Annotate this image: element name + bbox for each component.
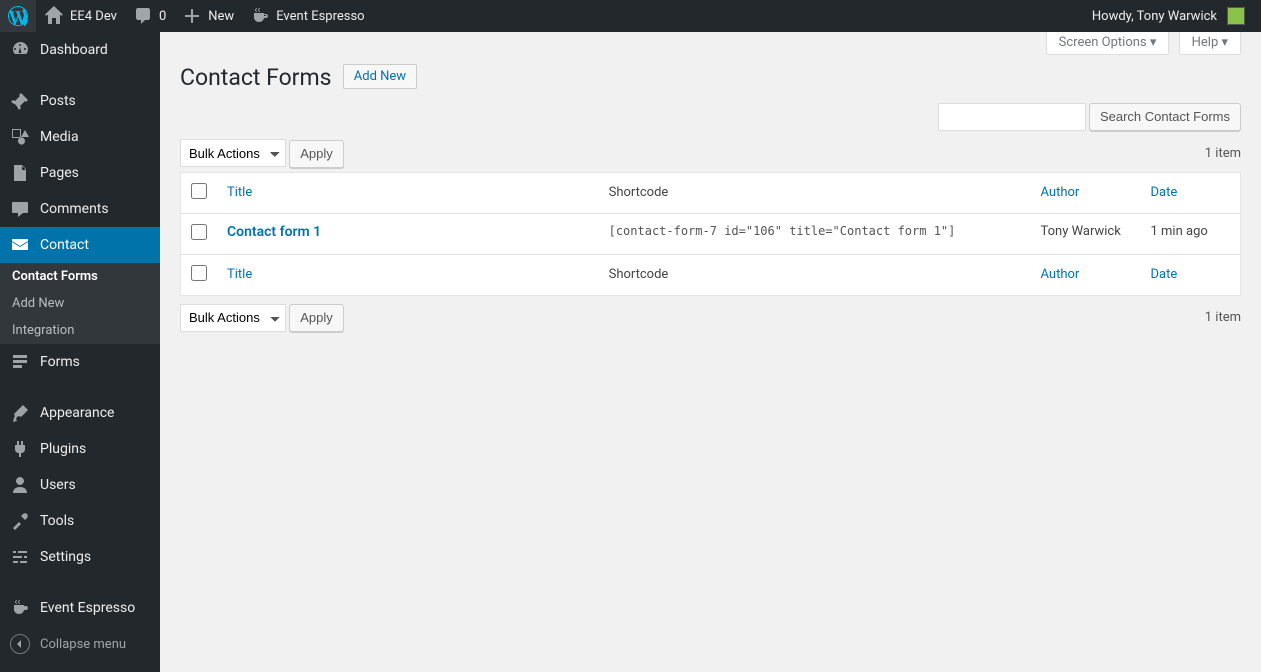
menu-users-label: Users <box>40 477 76 493</box>
mail-icon <box>10 235 30 255</box>
menu-appearance[interactable]: Appearance <box>0 395 160 431</box>
submenu-add-new[interactable]: Add New <box>0 290 160 317</box>
search-input[interactable] <box>938 103 1086 131</box>
apply-button-bottom[interactable]: Apply <box>289 304 344 332</box>
menu-forms-label: Forms <box>40 354 80 370</box>
contact-forms-table: Title Shortcode Author Date Contact form… <box>180 172 1241 296</box>
new-content-menu[interactable]: New <box>174 0 242 32</box>
menu-pages-label: Pages <box>40 165 79 181</box>
espresso-cup-icon <box>250 6 270 26</box>
menu-posts-label: Posts <box>40 93 76 109</box>
admin-menu: Dashboard Posts Media Pages Comments Con… <box>0 32 160 672</box>
menu-comments-label: Comments <box>40 201 109 217</box>
admin-bar: EE4 Dev 0 New Event Espresso Howdy, Tony… <box>0 0 1261 32</box>
menu-ee-label: Event Espresso <box>40 600 135 616</box>
event-espresso-menu[interactable]: Event Espresso <box>242 0 372 32</box>
menu-contact[interactable]: Contact <box>0 227 160 263</box>
menu-tools-label: Tools <box>40 513 74 529</box>
col-author-foot[interactable]: Author <box>1041 267 1080 282</box>
form-icon <box>10 352 30 372</box>
howdy-label: Howdy, Tony Warwick <box>1092 9 1217 24</box>
menu-settings[interactable]: Settings <box>0 539 160 575</box>
site-name-label: EE4 Dev <box>70 9 117 24</box>
menu-tools[interactable]: Tools <box>0 503 160 539</box>
comment-icon <box>133 6 153 26</box>
table-row: Contact form 1 [contact-form-7 id="106" … <box>181 213 1241 254</box>
row-checkbox[interactable] <box>191 224 207 240</box>
page-icon <box>10 163 30 183</box>
col-shortcode-foot: Shortcode <box>609 267 669 282</box>
row-author: Tony Warwick <box>1041 224 1121 239</box>
col-author[interactable]: Author <box>1041 185 1080 200</box>
apply-button-top[interactable]: Apply <box>289 140 344 168</box>
items-count-bottom: 1 item <box>1205 310 1241 325</box>
menu-event-espresso[interactable]: Event Espresso <box>0 590 160 626</box>
row-date: 1 min ago <box>1151 224 1208 239</box>
select-all-bottom[interactable] <box>191 265 207 281</box>
account-menu[interactable]: Howdy, Tony Warwick <box>1084 0 1253 32</box>
dashboard-icon <box>10 40 30 60</box>
col-date[interactable]: Date <box>1151 185 1178 200</box>
items-count-top: 1 item <box>1205 146 1241 161</box>
menu-dashboard[interactable]: Dashboard <box>0 32 160 68</box>
user-icon <box>10 475 30 495</box>
collapse-label: Collapse menu <box>40 637 126 652</box>
page-title: Contact Forms <box>180 64 332 91</box>
menu-dashboard-label: Dashboard <box>40 42 108 58</box>
row-shortcode: [contact-form-7 id="106" title="Contact … <box>609 224 956 238</box>
screen-options-button[interactable]: Screen Options <box>1046 32 1170 55</box>
menu-forms[interactable]: Forms <box>0 344 160 380</box>
wp-logo-menu[interactable] <box>0 0 36 32</box>
menu-posts[interactable]: Posts <box>0 83 160 119</box>
menu-comments[interactable]: Comments <box>0 191 160 227</box>
col-title-foot[interactable]: Title <box>227 267 252 282</box>
menu-appearance-label: Appearance <box>40 405 114 421</box>
new-label: New <box>208 9 234 24</box>
select-all-top[interactable] <box>191 183 207 199</box>
ee-label: Event Espresso <box>276 9 364 24</box>
bulk-actions-select-bottom[interactable]: Bulk Actions <box>180 304 286 332</box>
collapse-icon <box>10 634 30 654</box>
menu-pages[interactable]: Pages <box>0 155 160 191</box>
menu-plugins-label: Plugins <box>40 441 86 457</box>
submenu-contact-forms[interactable]: Contact Forms <box>0 263 160 290</box>
menu-plugins[interactable]: Plugins <box>0 431 160 467</box>
col-shortcode: Shortcode <box>609 185 669 200</box>
brush-icon <box>10 403 30 423</box>
sliders-icon <box>10 547 30 567</box>
home-icon <box>44 6 64 26</box>
row-title-link[interactable]: Contact form 1 <box>227 224 321 240</box>
menu-media[interactable]: Media <box>0 119 160 155</box>
comment-icon <box>10 199 30 219</box>
menu-users[interactable]: Users <box>0 467 160 503</box>
menu-contact-submenu: Contact Forms Add New Integration <box>0 263 160 344</box>
comments-menu[interactable]: 0 <box>125 0 174 32</box>
menu-contact-label: Contact <box>40 237 89 253</box>
espresso-cup-icon <box>10 598 30 618</box>
submenu-integration[interactable]: Integration <box>0 317 160 344</box>
site-name-menu[interactable]: EE4 Dev <box>36 0 125 32</box>
help-button[interactable]: Help <box>1179 32 1241 55</box>
comments-count: 0 <box>159 9 166 24</box>
add-new-button[interactable]: Add New <box>343 64 417 89</box>
avatar <box>1227 7 1245 25</box>
media-icon <box>10 127 30 147</box>
collapse-menu[interactable]: Collapse menu <box>0 626 160 662</box>
wrench-icon <box>10 511 30 531</box>
bulk-actions-select-top[interactable]: Bulk Actions <box>180 139 286 167</box>
col-title[interactable]: Title <box>227 185 252 200</box>
search-button[interactable]: Search Contact Forms <box>1089 103 1241 131</box>
menu-settings-label: Settings <box>40 549 91 565</box>
wordpress-icon <box>8 6 28 26</box>
menu-media-label: Media <box>40 129 79 145</box>
col-date-foot[interactable]: Date <box>1151 267 1178 282</box>
plug-icon <box>10 439 30 459</box>
main-content: Screen Options Help Contact Forms Add Ne… <box>160 32 1261 672</box>
pin-icon <box>10 91 30 111</box>
plus-icon <box>182 6 202 26</box>
